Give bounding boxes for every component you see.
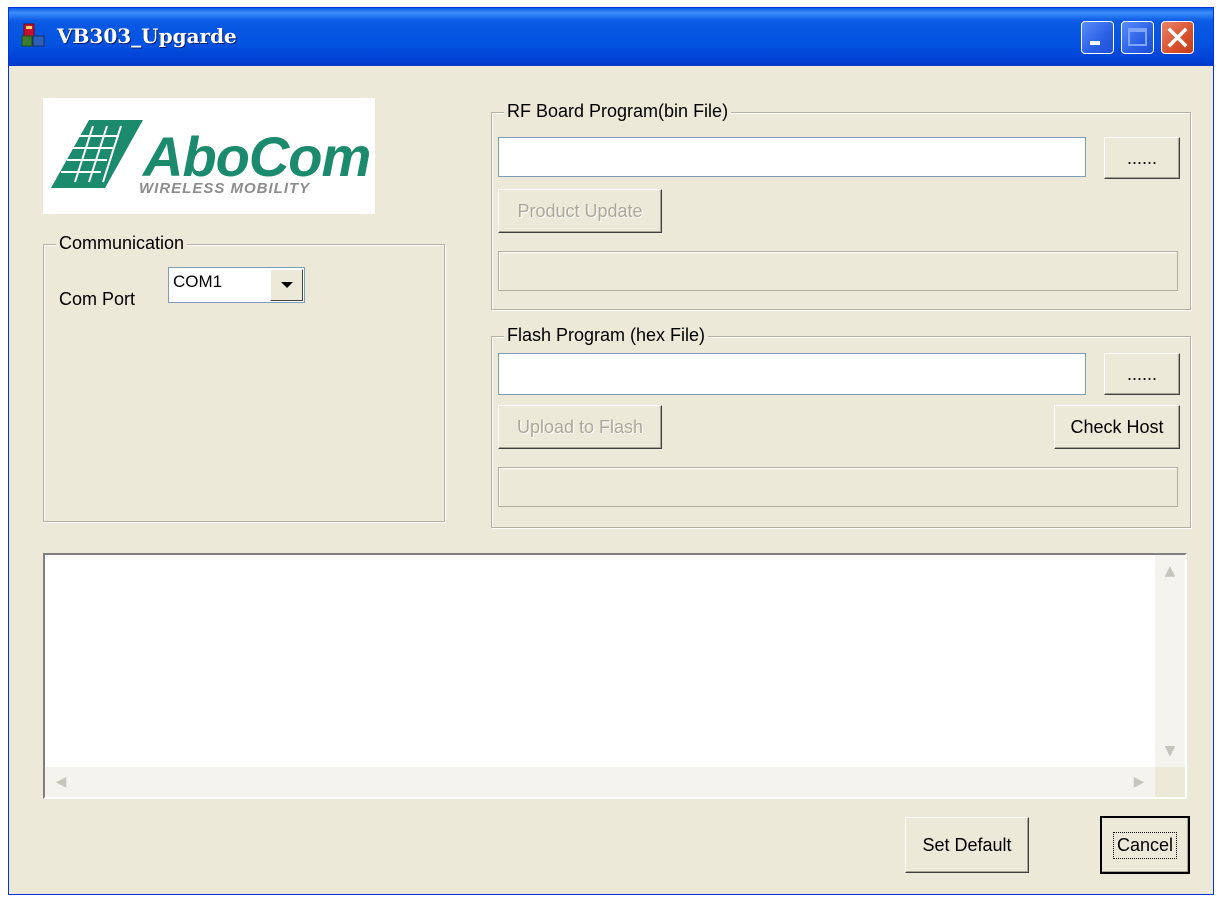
com-port-dropdown-button[interactable] (270, 269, 303, 301)
com-port-select[interactable]: COM1 (168, 267, 305, 303)
minimize-button[interactable] (1081, 21, 1114, 54)
scroll-right-icon[interactable]: ▶ (1125, 768, 1153, 796)
app-icon (21, 23, 45, 47)
client-area: AboCom WIRELESS MOBILITY Communication C… (9, 66, 1213, 894)
set-default-button[interactable]: Set Default (905, 817, 1029, 873)
scroll-up-icon[interactable]: ▲ (1156, 557, 1184, 585)
com-port-label: Com Port (59, 289, 136, 309)
upload-to-flash-button[interactable]: Upload to Flash (498, 405, 662, 449)
flash-browse-button[interactable]: ...... (1104, 353, 1180, 395)
logo-tagline: WIRELESS MOBILITY (139, 180, 311, 197)
flash-file-input[interactable] (498, 353, 1086, 395)
rf-board-group: RF Board Program(bin File) ...... Produc… (491, 101, 1191, 310)
logo-mark-icon (51, 120, 143, 188)
cancel-button-label: Cancel (1112, 831, 1178, 859)
close-icon (1167, 27, 1188, 48)
close-button[interactable] (1161, 21, 1194, 54)
communication-group-label: Communication (56, 233, 188, 254)
com-port-value: COM1 (173, 272, 223, 291)
rf-board-browse-button[interactable]: ...... (1104, 137, 1180, 179)
communication-group: Communication Com Port COM1 (43, 233, 445, 522)
log-horizontal-scrollbar[interactable]: ◀ ▶ (45, 767, 1155, 797)
dropdown-arrow-icon (280, 282, 293, 288)
flash-program-group: Flash Program (hex File) ...... Upload t… (491, 325, 1191, 528)
maximize-icon (1128, 28, 1147, 46)
check-host-button[interactable]: Check Host (1054, 405, 1180, 449)
title-bar[interactable]: VB303_Upgarde (9, 8, 1213, 66)
minimize-icon (1090, 41, 1100, 45)
window-title: VB303_Upgarde (57, 24, 237, 48)
product-update-button[interactable]: Product Update (498, 189, 662, 233)
app-window: VB303_Upgarde AboCom WIRELESS MOBILITY C… (8, 7, 1214, 895)
flash-program-group-label: Flash Program (hex File) (504, 325, 709, 346)
scroll-left-icon[interactable]: ◀ (47, 768, 75, 796)
rf-board-group-label: RF Board Program(bin File) (504, 101, 732, 122)
rf-board-progress-bar (498, 251, 1178, 291)
abocom-logo: AboCom WIRELESS MOBILITY (43, 98, 375, 214)
rf-board-file-input[interactable] (498, 137, 1086, 177)
log-vertical-scrollbar[interactable]: ▲ ▼ (1155, 555, 1185, 767)
cancel-button[interactable]: Cancel (1100, 816, 1190, 874)
log-output-area[interactable]: ▲ ▼ ◀ ▶ (43, 553, 1187, 799)
scroll-down-icon[interactable]: ▼ (1156, 737, 1184, 765)
scrollbar-corner (1155, 767, 1185, 797)
maximize-button[interactable] (1121, 21, 1154, 54)
flash-progress-bar (498, 467, 1178, 507)
